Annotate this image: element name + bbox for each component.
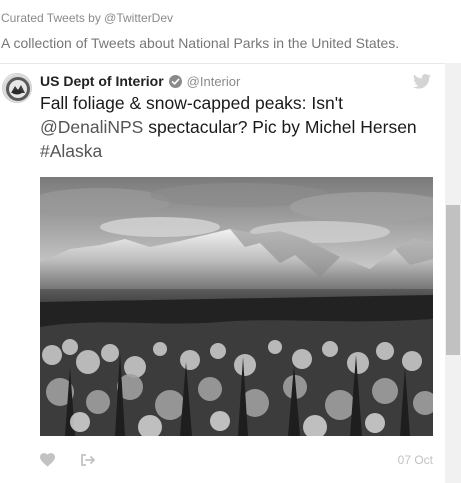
collection-header: Curated Tweets by @TwitterDev A collecti… xyxy=(0,0,445,64)
tweet-actions: 07 Oct xyxy=(40,452,433,472)
mention-link[interactable]: @DenaliNPS xyxy=(40,117,143,137)
hashtag-link[interactable]: #Alaska xyxy=(40,141,102,161)
author-handle[interactable]: @Interior xyxy=(187,74,241,89)
tweet-card[interactable]: US Dept of Interior @Interior Fall folia… xyxy=(0,64,445,483)
tweet-text-part: Fall foliage & snow-capped peaks: Isn't xyxy=(40,93,343,113)
author-row: US Dept of Interior @Interior xyxy=(40,72,240,90)
landscape-photo xyxy=(40,177,433,436)
author-name[interactable]: US Dept of Interior xyxy=(40,73,164,89)
tweet-photo[interactable] xyxy=(40,177,433,436)
tweet-date[interactable]: 07 Oct xyxy=(398,453,433,467)
collection-description: A collection of Tweets about National Pa… xyxy=(1,35,400,51)
share-icon[interactable] xyxy=(80,453,96,467)
interior-seal-icon xyxy=(3,74,31,102)
avatar[interactable] xyxy=(2,73,32,103)
verified-badge-icon xyxy=(168,74,182,88)
heart-icon[interactable] xyxy=(40,453,55,467)
tweet-text-part: spectacular? Pic by Michel Hersen xyxy=(143,117,417,137)
curated-by-label[interactable]: Curated Tweets by @TwitterDev xyxy=(1,11,173,25)
twitter-bird-icon[interactable] xyxy=(413,74,431,89)
scrollbar-thumb[interactable] xyxy=(446,205,460,355)
tweet-text: Fall foliage & snow-capped peaks: Isn't … xyxy=(40,91,440,163)
